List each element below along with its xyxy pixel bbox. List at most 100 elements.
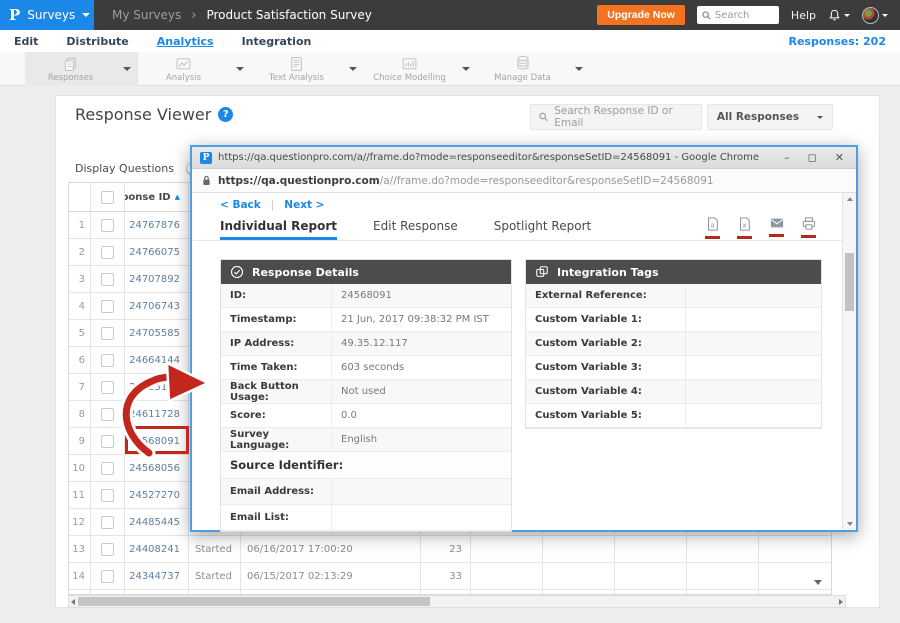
detail-value: 21 Jun, 2017 09:38:32 PM IST xyxy=(332,308,511,331)
help-badge-icon[interactable]: ? xyxy=(218,107,233,122)
breadcrumb-separator: › xyxy=(191,8,196,23)
row-checkbox[interactable] xyxy=(101,516,114,529)
row-checkbox[interactable] xyxy=(101,300,114,313)
response-id-link[interactable]: 24767876 xyxy=(125,212,189,238)
search-icon xyxy=(702,11,711,20)
detail-label: Survey Language: xyxy=(221,428,332,451)
popup-vertical-scrollbar[interactable] xyxy=(842,193,856,530)
maximize-button[interactable]: ◻ xyxy=(808,152,817,163)
row-checkbox[interactable] xyxy=(101,489,114,502)
row-checkbox[interactable] xyxy=(101,543,114,556)
response-id-link[interactable]: 24707892 xyxy=(125,266,189,292)
toolbar-item-dropdown[interactable] xyxy=(455,67,477,71)
cell-num: 10 xyxy=(69,455,91,481)
brand-menu[interactable]: P Surveys xyxy=(0,0,94,30)
upgrade-now-button[interactable]: Upgrade Now xyxy=(597,5,685,25)
response-id-link[interactable]: 24766075 xyxy=(125,239,189,265)
tab-individual-report[interactable]: Individual Report xyxy=(220,219,337,240)
response-id-link[interactable]: 24568056 xyxy=(125,455,189,481)
row-checkbox[interactable] xyxy=(101,354,114,367)
response-id-link[interactable]: 24706743 xyxy=(125,293,189,319)
row-checkbox[interactable] xyxy=(101,462,114,475)
detail-value xyxy=(686,380,821,403)
response-id-link[interactable]: 24485445 xyxy=(125,509,189,535)
row-checkbox[interactable] xyxy=(101,381,114,394)
email-export-button[interactable] xyxy=(769,217,784,239)
popup-url-bar[interactable]: https://qa.questionpro.com/a//frame.do?m… xyxy=(192,169,856,193)
toolbar-item-manage-data[interactable]: Manage Data xyxy=(477,52,590,86)
tab-spotlight-report[interactable]: Spotlight Report xyxy=(494,219,591,240)
page-title: Response Viewer ? xyxy=(75,105,233,124)
detail-label: ID: xyxy=(221,284,332,307)
response-id-link[interactable]: 24527270 xyxy=(125,482,189,508)
detail-value: Not used xyxy=(332,380,511,403)
questionpro-favicon-icon: P xyxy=(200,152,212,164)
nav-item-analytics[interactable]: Analytics xyxy=(157,35,214,48)
row-checkbox[interactable] xyxy=(101,219,114,232)
next-link[interactable]: Next > xyxy=(284,199,324,211)
response-id-column-header[interactable]: Response ID▲ xyxy=(125,183,189,211)
global-search-input[interactable]: Search xyxy=(697,6,779,24)
scroll-left-icon[interactable] xyxy=(71,599,75,605)
toolbar-item-dropdown[interactable] xyxy=(568,67,590,71)
tab-edit-response[interactable]: Edit Response xyxy=(373,219,458,240)
row-checkbox[interactable] xyxy=(101,408,114,421)
avatar xyxy=(862,7,879,24)
toolbar-item-responses[interactable]: Responses xyxy=(25,52,138,86)
integration-tag-row: External Reference: xyxy=(526,284,821,308)
help-link[interactable]: Help xyxy=(791,9,816,22)
select-all-checkbox[interactable] xyxy=(101,191,114,204)
detail-value xyxy=(686,308,821,331)
detail-value xyxy=(686,332,821,355)
breadcrumb-parent[interactable]: My Surveys xyxy=(112,8,181,22)
toolbar-item-dropdown[interactable] xyxy=(116,67,138,71)
table-horizontal-scrollbar[interactable] xyxy=(68,595,846,608)
detail-value: English xyxy=(332,428,511,451)
row-checkbox[interactable] xyxy=(101,273,114,286)
toolbar-item-analysis[interactable]: Analysis xyxy=(138,52,251,86)
response-id-link[interactable]: 24408241 xyxy=(125,536,189,562)
cell-time_taken: 23 xyxy=(421,536,471,562)
notifications-button[interactable] xyxy=(828,9,850,22)
analysis-icon xyxy=(175,56,192,72)
response-id-link[interactable]: 24625131 xyxy=(125,374,189,400)
close-button[interactable]: ✕ xyxy=(835,152,844,163)
toolbar-item-dropdown[interactable] xyxy=(229,67,251,71)
lock-icon xyxy=(202,175,211,186)
scroll-down-icon[interactable] xyxy=(847,522,853,526)
table-scroll-down-icon[interactable] xyxy=(814,580,822,585)
scroll-right-icon[interactable] xyxy=(839,599,843,605)
toolbar-item-dropdown[interactable] xyxy=(342,67,364,71)
cell-num: 6 xyxy=(69,347,91,373)
print-button[interactable] xyxy=(801,217,816,239)
response-search-placeholder: Search Response ID or Email xyxy=(554,105,693,129)
scroll-up-icon[interactable] xyxy=(847,197,853,201)
nav-item-integration[interactable]: Integration xyxy=(242,35,312,48)
toolbar-item-label: Analysis xyxy=(166,73,201,83)
response-id-link[interactable]: 24611728 xyxy=(125,401,189,427)
back-link[interactable]: < Back xyxy=(220,199,261,211)
response-detail-row: Back Button Usage:Not used xyxy=(221,380,511,404)
scrollbar-thumb[interactable] xyxy=(845,253,854,311)
row-checkbox[interactable] xyxy=(101,435,114,448)
response-id-link[interactable]: 24705585 xyxy=(125,320,189,346)
row-checkbox[interactable] xyxy=(101,246,114,259)
pdf-export-button[interactable]: a xyxy=(705,217,720,239)
response-id-link[interactable]: 24344737 xyxy=(125,563,189,589)
nav-item-edit[interactable]: Edit xyxy=(14,35,38,48)
row-checkbox[interactable] xyxy=(101,327,114,340)
toolbar-item-choice-modelling[interactable]: Choice Modelling xyxy=(364,52,477,86)
toolbar-item-label: Text Analysis xyxy=(269,73,324,83)
response-filter-dropdown[interactable]: All Responses xyxy=(707,104,833,130)
row-checkbox[interactable] xyxy=(101,570,114,583)
integration-tags-header: Integration Tags xyxy=(526,260,821,284)
response-id-link[interactable]: 24664144 xyxy=(125,347,189,373)
response-search-input[interactable]: Search Response ID or Email xyxy=(530,104,702,130)
toolbar-item-text-analysis[interactable]: Text Analysis xyxy=(251,52,364,86)
excel-export-button[interactable]: x xyxy=(737,217,752,239)
popup-title-bar[interactable]: P https://qa.questionpro.com/a//frame.do… xyxy=(192,147,856,169)
account-menu[interactable] xyxy=(862,7,888,24)
nav-item-distribute[interactable]: Distribute xyxy=(66,35,128,48)
scrollbar-thumb[interactable] xyxy=(78,597,430,606)
minimize-button[interactable]: – xyxy=(784,152,790,163)
